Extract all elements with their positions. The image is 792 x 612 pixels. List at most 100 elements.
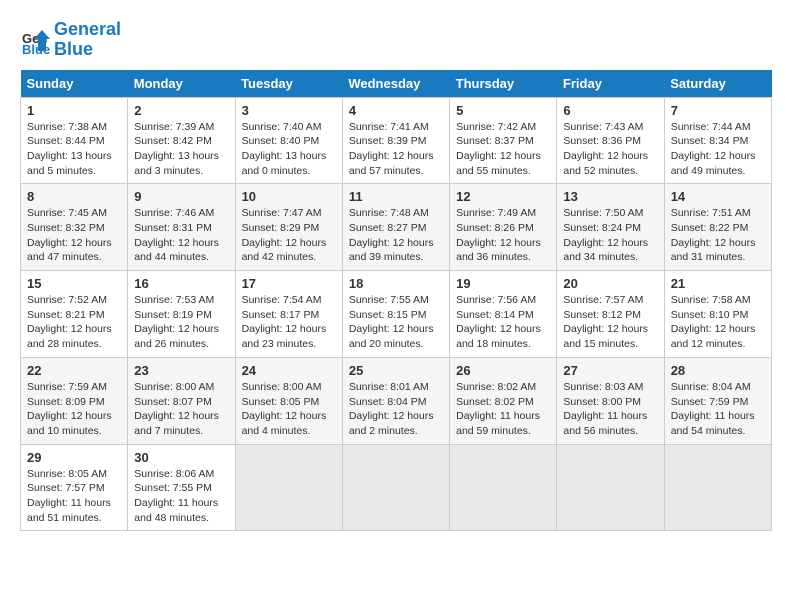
day-number: 26	[456, 363, 550, 378]
calendar-week-2: 8 Sunrise: 7:45 AMSunset: 8:32 PMDaylight…	[21, 184, 772, 271]
column-header-monday: Monday	[128, 70, 235, 98]
day-info: Sunrise: 7:43 AMSunset: 8:36 PMDaylight:…	[563, 120, 657, 179]
calendar-cell: 23Sunrise: 8:00 AMSunset: 8:07 PMDayligh…	[128, 357, 235, 444]
day-number: 8	[27, 189, 121, 204]
day-number: 18	[349, 276, 443, 291]
column-header-tuesday: Tuesday	[235, 70, 342, 98]
calendar-cell: 4 Sunrise: 7:41 AMSunset: 8:39 PMDaylight…	[342, 97, 449, 184]
day-number: 25	[349, 363, 443, 378]
day-info: Sunrise: 8:02 AMSunset: 8:02 PMDaylight:…	[456, 380, 550, 439]
day-number: 17	[242, 276, 336, 291]
calendar-cell: 19 Sunrise: 7:56 AMSunset: 8:14 PMDayligh…	[450, 271, 557, 358]
day-number: 28	[671, 363, 765, 378]
day-info: Sunrise: 7:50 AMSunset: 8:24 PMDaylight:…	[563, 206, 657, 265]
day-info: Sunrise: 7:59 AMSunset: 8:09 PMDaylight:…	[27, 380, 121, 439]
column-header-thursday: Thursday	[450, 70, 557, 98]
calendar-week-1: 1 Sunrise: 7:38 AMSunset: 8:44 PMDaylight…	[21, 97, 772, 184]
calendar-cell: 26 Sunrise: 8:02 AMSunset: 8:02 PMDayligh…	[450, 357, 557, 444]
day-info: Sunrise: 8:01 AMSunset: 8:04 PMDaylight:…	[349, 380, 443, 439]
day-info: Sunrise: 7:41 AMSunset: 8:39 PMDaylight:…	[349, 120, 443, 179]
day-number: 13	[563, 189, 657, 204]
calendar-cell: 27 Sunrise: 8:03 AMSunset: 8:00 PMDayligh…	[557, 357, 664, 444]
calendar-cell: 25 Sunrise: 8:01 AMSunset: 8:04 PMDayligh…	[342, 357, 449, 444]
day-number: 24	[242, 363, 336, 378]
calendar-cell	[235, 444, 342, 531]
column-header-sunday: Sunday	[21, 70, 128, 98]
day-info: Sunrise: 7:53 AMSunset: 8:19 PMDaylight:…	[134, 293, 228, 352]
calendar-cell: 5Sunrise: 7:42 AMSunset: 8:37 PMDaylight…	[450, 97, 557, 184]
logo-text: General Blue	[54, 20, 121, 60]
day-info: Sunrise: 7:51 AMSunset: 8:22 PMDaylight:…	[671, 206, 765, 265]
logo-icon: Gen Blue	[20, 25, 50, 55]
day-number: 7	[671, 103, 765, 118]
calendar-cell: 8 Sunrise: 7:45 AMSunset: 8:32 PMDaylight…	[21, 184, 128, 271]
calendar-cell	[664, 444, 771, 531]
day-info: Sunrise: 7:57 AMSunset: 8:12 PMDaylight:…	[563, 293, 657, 352]
calendar-cell: 12 Sunrise: 7:49 AMSunset: 8:26 PMDayligh…	[450, 184, 557, 271]
day-info: Sunrise: 8:03 AMSunset: 8:00 PMDaylight:…	[563, 380, 657, 439]
calendar-cell: 14Sunrise: 7:51 AMSunset: 8:22 PMDayligh…	[664, 184, 771, 271]
day-info: Sunrise: 7:49 AMSunset: 8:26 PMDaylight:…	[456, 206, 550, 265]
day-number: 3	[242, 103, 336, 118]
calendar-cell: 22 Sunrise: 7:59 AMSunset: 8:09 PMDayligh…	[21, 357, 128, 444]
calendar-cell: 24Sunrise: 8:00 AMSunset: 8:05 PMDayligh…	[235, 357, 342, 444]
calendar-cell: 3 Sunrise: 7:40 AMSunset: 8:40 PMDaylight…	[235, 97, 342, 184]
calendar-week-3: 15 Sunrise: 7:52 AMSunset: 8:21 PMDayligh…	[21, 271, 772, 358]
day-number: 30	[134, 450, 228, 465]
day-info: Sunrise: 8:05 AMSunset: 7:57 PMDaylight:…	[27, 467, 121, 526]
day-info: Sunrise: 8:00 AMSunset: 8:07 PMDaylight:…	[134, 380, 228, 439]
day-info: Sunrise: 7:38 AMSunset: 8:44 PMDaylight:…	[27, 120, 121, 179]
day-info: Sunrise: 7:40 AMSunset: 8:40 PMDaylight:…	[242, 120, 336, 179]
day-number: 5	[456, 103, 550, 118]
calendar-cell: 17 Sunrise: 7:54 AMSunset: 8:17 PMDayligh…	[235, 271, 342, 358]
day-info: Sunrise: 7:47 AMSunset: 8:29 PMDaylight:…	[242, 206, 336, 265]
day-number: 1	[27, 103, 121, 118]
calendar-cell: 18 Sunrise: 7:55 AMSunset: 8:15 PMDayligh…	[342, 271, 449, 358]
calendar-cell: 9 Sunrise: 7:46 AMSunset: 8:31 PMDaylight…	[128, 184, 235, 271]
day-info: Sunrise: 7:46 AMSunset: 8:31 PMDaylight:…	[134, 206, 228, 265]
day-number: 29	[27, 450, 121, 465]
day-info: Sunrise: 7:44 AMSunset: 8:34 PMDaylight:…	[671, 120, 765, 179]
day-info: Sunrise: 7:55 AMSunset: 8:15 PMDaylight:…	[349, 293, 443, 352]
day-number: 19	[456, 276, 550, 291]
day-info: Sunrise: 7:39 AMSunset: 8:42 PMDaylight:…	[134, 120, 228, 179]
day-info: Sunrise: 7:45 AMSunset: 8:32 PMDaylight:…	[27, 206, 121, 265]
calendar-cell: 2 Sunrise: 7:39 AMSunset: 8:42 PMDaylight…	[128, 97, 235, 184]
day-info: Sunrise: 8:06 AMSunset: 7:55 PMDaylight:…	[134, 467, 228, 526]
day-number: 4	[349, 103, 443, 118]
column-header-friday: Friday	[557, 70, 664, 98]
day-info: Sunrise: 8:04 AMSunset: 7:59 PMDaylight:…	[671, 380, 765, 439]
logo: Gen Blue General Blue	[20, 20, 121, 60]
day-info: Sunrise: 7:58 AMSunset: 8:10 PMDaylight:…	[671, 293, 765, 352]
calendar-week-4: 22 Sunrise: 7:59 AMSunset: 8:09 PMDayligh…	[21, 357, 772, 444]
calendar-cell: 1 Sunrise: 7:38 AMSunset: 8:44 PMDaylight…	[21, 97, 128, 184]
day-number: 6	[563, 103, 657, 118]
calendar-cell: 10Sunrise: 7:47 AMSunset: 8:29 PMDayligh…	[235, 184, 342, 271]
day-number: 2	[134, 103, 228, 118]
day-number: 22	[27, 363, 121, 378]
calendar-cell	[450, 444, 557, 531]
calendar-cell: 30 Sunrise: 8:06 AMSunset: 7:55 PMDayligh…	[128, 444, 235, 531]
calendar-cell	[557, 444, 664, 531]
day-info: Sunrise: 7:52 AMSunset: 8:21 PMDaylight:…	[27, 293, 121, 352]
calendar-cell: 21 Sunrise: 7:58 AMSunset: 8:10 PMDayligh…	[664, 271, 771, 358]
day-number: 21	[671, 276, 765, 291]
calendar-cell: 28 Sunrise: 8:04 AMSunset: 7:59 PMDayligh…	[664, 357, 771, 444]
day-number: 27	[563, 363, 657, 378]
day-number: 16	[134, 276, 228, 291]
day-number: 11	[349, 189, 443, 204]
column-header-saturday: Saturday	[664, 70, 771, 98]
day-info: Sunrise: 7:56 AMSunset: 8:14 PMDaylight:…	[456, 293, 550, 352]
day-number: 15	[27, 276, 121, 291]
calendar-cell: 11 Sunrise: 7:48 AMSunset: 8:27 PMDayligh…	[342, 184, 449, 271]
day-number: 12	[456, 189, 550, 204]
calendar-week-5: 29 Sunrise: 8:05 AMSunset: 7:57 PMDayligh…	[21, 444, 772, 531]
calendar-cell: 6 Sunrise: 7:43 AMSunset: 8:36 PMDaylight…	[557, 97, 664, 184]
day-number: 20	[563, 276, 657, 291]
column-header-wednesday: Wednesday	[342, 70, 449, 98]
calendar-cell: 15 Sunrise: 7:52 AMSunset: 8:21 PMDayligh…	[21, 271, 128, 358]
day-info: Sunrise: 7:54 AMSunset: 8:17 PMDaylight:…	[242, 293, 336, 352]
calendar-cell: 13 Sunrise: 7:50 AMSunset: 8:24 PMDayligh…	[557, 184, 664, 271]
day-number: 9	[134, 189, 228, 204]
day-info: Sunrise: 7:48 AMSunset: 8:27 PMDaylight:…	[349, 206, 443, 265]
